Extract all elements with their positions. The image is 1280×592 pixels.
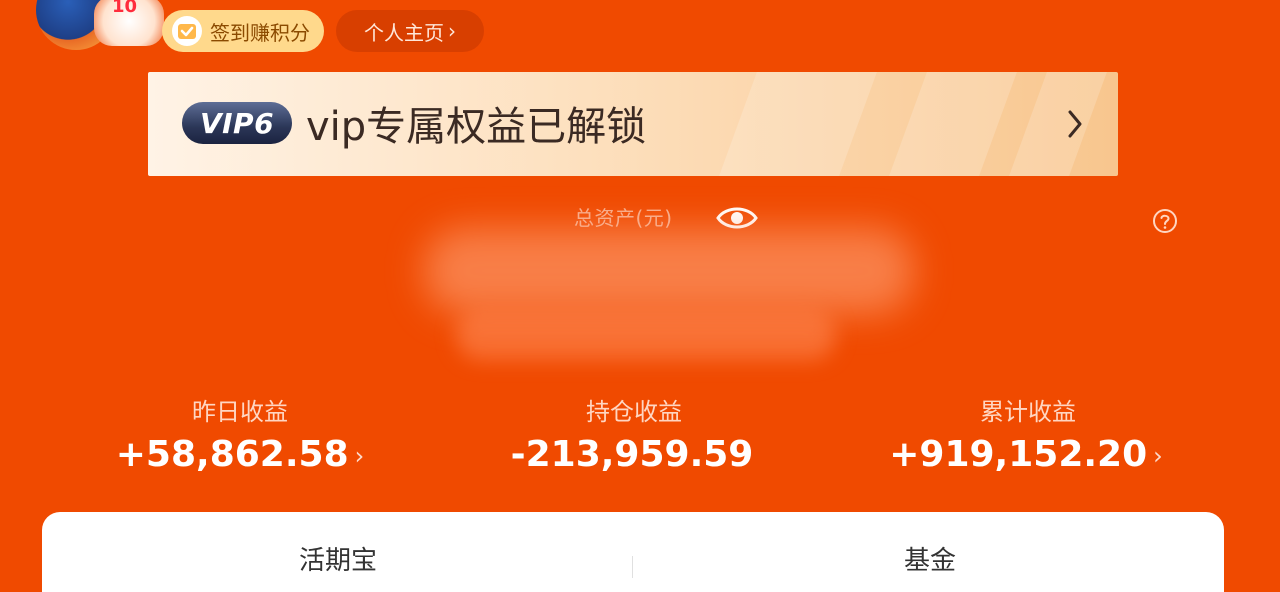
vip-level-badge: VIP6 — [182, 102, 292, 144]
stat-label-cumulative: 累计收益 — [980, 398, 1076, 426]
chevron-right-icon — [1058, 102, 1092, 146]
personal-home-button[interactable]: 个人主页 › — [336, 10, 484, 52]
hidden-amount — [424, 228, 914, 314]
tab-huoqibao[interactable]: 活期宝 — [188, 540, 488, 577]
checkin-label: 签到赚积分 — [210, 20, 310, 45]
chevron-right-icon: › — [1153, 442, 1163, 470]
stat-label-yesterday: 昨日收益 — [192, 398, 288, 426]
badge-number: 10 — [112, 0, 138, 17]
vip-banner[interactable]: VIP6 vip专属权益已解锁 — [148, 72, 1118, 176]
chevron-right-icon: › — [448, 19, 456, 43]
help-icon[interactable] — [1152, 208, 1178, 234]
stat-cumulative[interactable]: +919,152.20 › — [856, 434, 1196, 475]
stat-holding: -213,959.59 — [462, 434, 802, 475]
stat-value-cumulative: +919,152.20 — [889, 434, 1148, 475]
anniversary-badge[interactable]: 10 — [28, 0, 164, 52]
chevron-right-icon: › — [354, 442, 365, 470]
vip-banner-text: vip专属权益已解锁 — [306, 104, 647, 150]
stat-value-yesterday: +58,862.58 — [115, 434, 349, 475]
hidden-amount-secondary — [456, 310, 836, 360]
tab-fund[interactable]: 基金 — [780, 540, 1080, 577]
stat-value-holding: -213,959.59 — [510, 434, 754, 475]
checkin-button[interactable]: 签到赚积分 — [162, 10, 324, 52]
total-assets-label: 总资产(元) — [574, 206, 673, 230]
stat-label-holding: 持仓收益 — [586, 398, 682, 426]
stat-yesterday[interactable]: +58,862.58 › — [70, 434, 410, 475]
checkin-icon — [172, 16, 202, 46]
vip-decoration — [719, 72, 877, 176]
vip-decoration — [889, 72, 1017, 176]
personal-home-label: 个人主页 — [364, 20, 444, 45]
tab-divider — [632, 556, 633, 578]
